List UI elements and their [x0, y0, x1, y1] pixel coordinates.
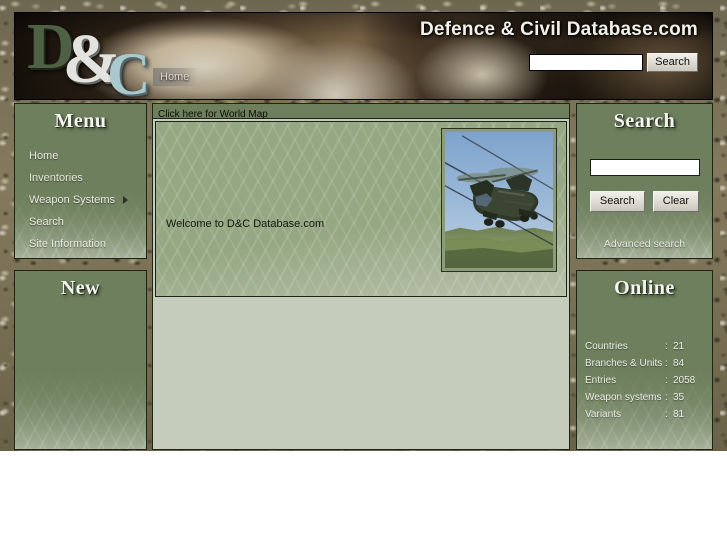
stat-row-weapon-systems: Weapon systems : 35 [585, 389, 712, 406]
content-body: Welcome to D&C Database.com [155, 121, 567, 297]
menu-item-inventories[interactable]: Inventories [15, 167, 146, 189]
chevron-right-icon [123, 196, 128, 204]
header-search-input[interactable] [529, 54, 644, 71]
stat-row-entries: Entries : 2058 [585, 372, 712, 389]
search-panel-input[interactable] [589, 159, 700, 176]
new-panel: New [14, 270, 147, 450]
world-map-link[interactable]: Click here for World Map [158, 109, 268, 120]
logo-ampersand: & [62, 21, 121, 98]
search-submit-button[interactable]: Search [589, 191, 645, 212]
search-panel-buttons: Search Clear [577, 191, 712, 212]
helicopter-illustration [445, 132, 553, 268]
menu-list-item: Inventories [15, 167, 146, 189]
site-header: D&C Defence & Civil Database.com Search … [14, 12, 713, 100]
page-background: D&C Defence & Civil Database.com Search … [0, 0, 727, 451]
stat-value: 81 [673, 409, 685, 420]
header-search-button[interactable]: Search [647, 53, 698, 72]
stat-value: 35 [673, 392, 685, 403]
welcome-text: Welcome to D&C Database.com [166, 218, 325, 230]
menu-list-item: Weapon Systems [15, 189, 146, 211]
site-logo[interactable]: D&C [27, 12, 152, 100]
stat-separator: : [665, 392, 668, 403]
stat-value: 21 [673, 341, 685, 352]
menu-item-search[interactable]: Search [15, 211, 146, 233]
menu-item-home[interactable]: Home [15, 145, 146, 167]
stat-value: 84 [673, 358, 685, 369]
stat-label: Countries [585, 341, 628, 352]
menu-panel-title: Menu [54, 110, 107, 132]
world-map-bar: Click here for World Map [153, 104, 569, 120]
stat-separator: : [665, 341, 668, 352]
stat-row-variants: Variants : 81 [585, 406, 712, 423]
new-panel-title: New [60, 277, 101, 299]
advanced-search-link[interactable]: Advanced search [604, 238, 685, 250]
online-panel: Online Countries : 21 Branches & Units :… [576, 270, 713, 450]
stat-value: 2058 [673, 375, 696, 386]
menu-list-item: Search [15, 211, 146, 233]
logo-letter-d: D [27, 12, 75, 83]
stat-separator: : [665, 358, 668, 369]
stat-label: Variants [585, 409, 621, 420]
menu-item-site-information[interactable]: Site Information [15, 233, 146, 255]
stat-separator: : [665, 375, 668, 386]
online-stats-list: Countries : 21 Branches & Units : 84 Ent… [585, 338, 712, 423]
advanced-search-row: Advanced search [577, 234, 712, 252]
header-nav: Home [153, 68, 199, 86]
header-nav-item-home[interactable]: Home [153, 68, 199, 86]
search-panel-title: Search [613, 110, 676, 132]
menu-item-weapon-systems[interactable]: Weapon Systems [15, 189, 146, 211]
main-content-area: Click here for World Map Welcome to D&C … [152, 103, 570, 450]
online-panel-title: Online [614, 277, 675, 299]
menu-list-item: Home [15, 145, 146, 167]
stat-row-branches-units: Branches & Units : 84 [585, 355, 712, 372]
menu-list: Home Inventories Weapon Systems Search S… [15, 145, 146, 255]
hero-photo-helicopter [441, 128, 557, 272]
stat-separator: : [665, 409, 668, 420]
stat-label: Branches & Units [585, 358, 663, 369]
stat-row-countries: Countries : 21 [585, 338, 712, 355]
search-clear-button[interactable]: Clear [652, 191, 700, 212]
header-search-form: Search [529, 53, 698, 72]
logo-letter-c: C [106, 41, 150, 100]
menu-item-weapon-systems-label: Weapon Systems [29, 194, 116, 206]
search-panel: Search Search Clear Advanced search [576, 103, 713, 259]
site-title: Defence & Civil Database.com [419, 19, 698, 40]
menu-list-item: Site Information [15, 233, 146, 255]
stat-label: Entries [585, 375, 617, 386]
menu-panel: Menu Home Inventories Weapon Systems Sea… [14, 103, 147, 259]
stat-label: Weapon systems [585, 392, 662, 403]
